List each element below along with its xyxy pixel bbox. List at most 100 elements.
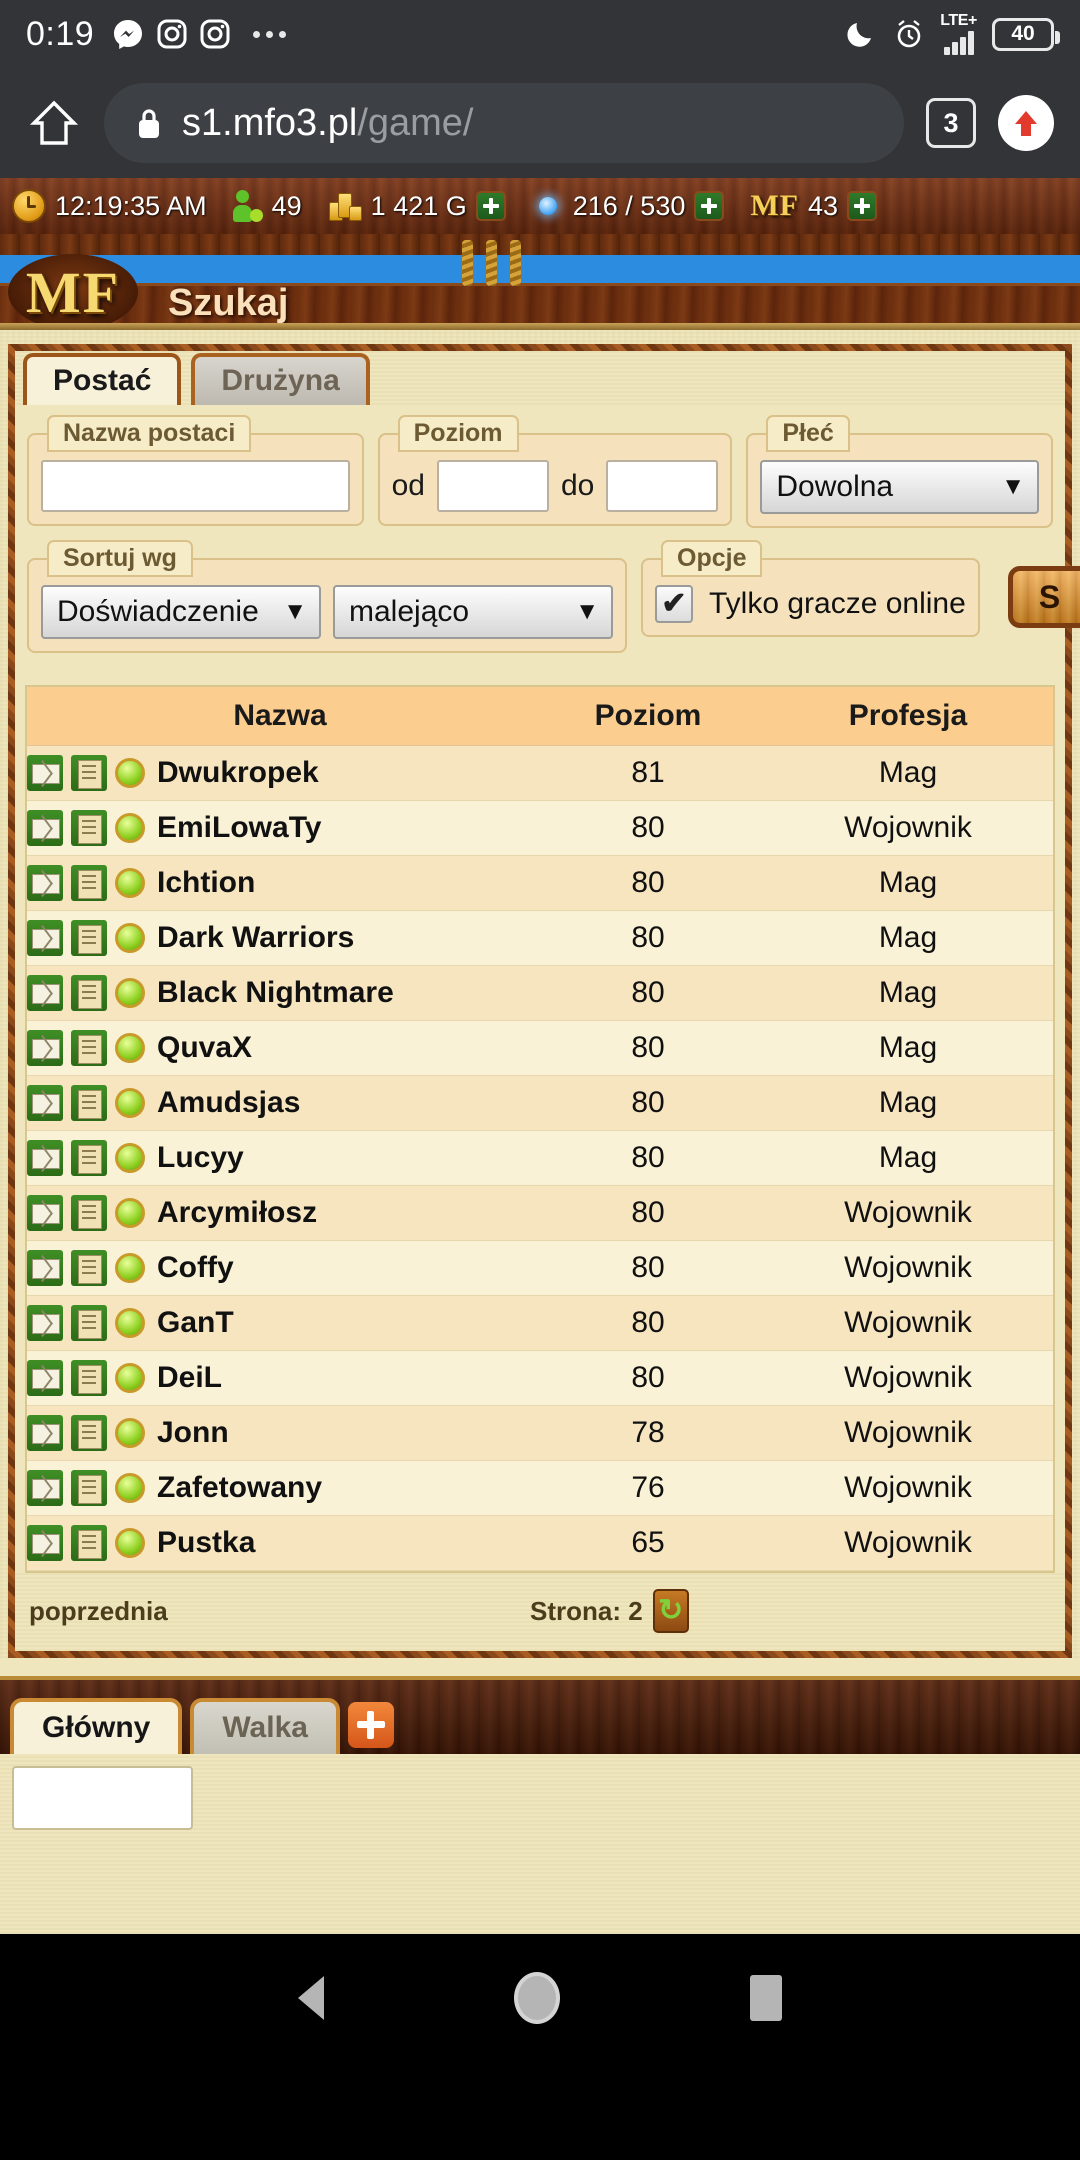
mf-logo[interactable]: MF — [8, 254, 138, 330]
player-name[interactable]: Pustka — [157, 1526, 255, 1560]
player-name[interactable]: Black Nightmare — [157, 976, 394, 1010]
send-message-icon[interactable] — [27, 975, 63, 1011]
view-profile-icon[interactable] — [71, 1140, 107, 1176]
player-name[interactable]: Dark Warriors — [157, 921, 354, 955]
sort-by-value: Doświadczenie — [57, 595, 259, 628]
table-row[interactable]: Arcymiłosz 80 Wojownik — [27, 1185, 1053, 1241]
players-online-icon — [232, 190, 263, 222]
column-header-name[interactable]: Nazwa — [27, 687, 533, 746]
mf-counter: MF 43 — [750, 189, 878, 223]
table-row[interactable]: Dwukropek 81 Mag — [27, 745, 1053, 801]
table-row[interactable]: DeiL 80 Wojownik — [27, 1350, 1053, 1406]
player-name[interactable]: EmiLowaTy — [157, 811, 321, 845]
home-icon[interactable] — [26, 97, 82, 149]
send-message-icon[interactable] — [27, 755, 63, 791]
send-message-icon[interactable] — [27, 1085, 63, 1121]
status-bar-clock: 0:19 — [26, 14, 95, 53]
table-row[interactable]: Dark Warriors 80 Mag — [27, 910, 1053, 966]
send-message-icon[interactable] — [27, 1305, 63, 1341]
add-energy-button[interactable] — [694, 191, 725, 221]
view-profile-icon[interactable] — [71, 755, 107, 791]
table-row[interactable]: Coffy 80 Wojownik — [27, 1240, 1053, 1296]
table-row[interactable]: Amudsjas 80 Mag — [27, 1075, 1053, 1131]
player-name[interactable]: Coffy — [157, 1251, 234, 1285]
player-name[interactable]: Jonn — [157, 1416, 229, 1450]
level-to-input[interactable] — [606, 460, 719, 512]
column-header-profession[interactable]: Profesja — [763, 687, 1053, 746]
upload-arrow-icon[interactable] — [998, 95, 1054, 151]
table-row[interactable]: Jonn 78 Wojownik — [27, 1405, 1053, 1461]
level-from-input[interactable] — [437, 460, 549, 512]
view-profile-icon[interactable] — [71, 1250, 107, 1286]
sort-direction-select[interactable]: malejąco ▼ — [333, 585, 613, 639]
player-name[interactable]: Dwukropek — [157, 756, 319, 790]
view-profile-icon[interactable] — [71, 1470, 107, 1506]
player-name[interactable]: DeiL — [157, 1361, 222, 1395]
table-row[interactable]: Zafetowany 76 Wojownik — [27, 1460, 1053, 1516]
tab-count-button[interactable]: 3 — [926, 98, 976, 148]
view-profile-icon[interactable] — [71, 1085, 107, 1121]
chat-input[interactable] — [12, 1766, 193, 1830]
view-profile-icon[interactable] — [71, 975, 107, 1011]
player-name[interactable]: QuvaX — [157, 1031, 252, 1065]
recents-icon[interactable] — [750, 1975, 782, 2021]
player-name[interactable]: Ichtion — [157, 866, 255, 900]
view-profile-icon[interactable] — [71, 1525, 107, 1561]
online-only-option[interactable]: ✔ Tylko gracze online — [655, 585, 966, 623]
view-profile-icon[interactable] — [71, 1030, 107, 1066]
send-message-icon[interactable] — [27, 1250, 63, 1286]
view-profile-icon[interactable] — [71, 810, 107, 846]
table-row[interactable]: Black Nightmare 80 Mag — [27, 965, 1053, 1021]
send-message-icon[interactable] — [27, 1415, 63, 1451]
view-profile-icon[interactable] — [71, 1195, 107, 1231]
gender-select[interactable]: Dowolna ▼ — [760, 460, 1039, 514]
refresh-icon[interactable]: ↻ — [652, 1589, 689, 1633]
add-chat-tab-button[interactable] — [347, 1702, 394, 1748]
player-name[interactable]: Amudsjas — [157, 1086, 300, 1120]
add-mf-button[interactable] — [847, 191, 878, 221]
send-message-icon[interactable] — [27, 865, 63, 901]
tab-postac[interactable]: Postać — [23, 353, 182, 405]
send-message-icon[interactable] — [27, 920, 63, 956]
table-row[interactable]: EmiLowaTy 80 Wojownik — [27, 800, 1053, 856]
player-name[interactable]: Arcymiłosz — [157, 1196, 317, 1230]
table-row[interactable]: Pustka 65 Wojownik — [27, 1515, 1053, 1571]
online-only-checkbox[interactable]: ✔ — [655, 585, 693, 623]
view-profile-icon[interactable] — [71, 1360, 107, 1396]
gender-fieldset: Płeć Dowolna ▼ — [746, 415, 1053, 528]
send-message-icon[interactable] — [27, 810, 63, 846]
player-name[interactable]: Lucyy — [157, 1141, 244, 1175]
home-icon[interactable] — [514, 1972, 560, 2024]
sort-by-select[interactable]: Doświadczenie ▼ — [41, 585, 321, 639]
search-button[interactable]: S — [1007, 566, 1080, 628]
player-name[interactable]: Zafetowany — [157, 1471, 322, 1505]
cell-level: 80 — [533, 910, 763, 966]
tab-druzyna[interactable]: Drużyna — [191, 353, 370, 405]
table-row[interactable]: QuvaX 80 Mag — [27, 1020, 1053, 1076]
gender-fieldset-legend: Płeć — [766, 415, 850, 452]
back-icon[interactable] — [298, 1976, 324, 2020]
send-message-icon[interactable] — [27, 1470, 63, 1506]
chat-tab-walka[interactable]: Walka — [190, 1698, 340, 1754]
send-message-icon[interactable] — [27, 1140, 63, 1176]
previous-page-link[interactable]: poprzednia — [29, 1596, 168, 1627]
url-path: /game/ — [357, 101, 474, 144]
url-bar[interactable]: s1.mfo3.pl/game/ — [104, 83, 904, 163]
view-profile-icon[interactable] — [71, 920, 107, 956]
view-profile-icon[interactable] — [71, 1415, 107, 1451]
add-gold-button[interactable] — [475, 191, 506, 221]
table-row[interactable]: Lucyy 80 Mag — [27, 1130, 1053, 1186]
player-name[interactable]: GanT — [157, 1306, 234, 1340]
view-profile-icon[interactable] — [71, 865, 107, 901]
send-message-icon[interactable] — [27, 1030, 63, 1066]
character-name-input[interactable] — [41, 460, 350, 512]
send-message-icon[interactable] — [27, 1525, 63, 1561]
energy-value: 216 / 530 — [572, 190, 686, 221]
send-message-icon[interactable] — [27, 1195, 63, 1231]
view-profile-icon[interactable] — [71, 1305, 107, 1341]
send-message-icon[interactable] — [27, 1360, 63, 1396]
chat-tab-glowny[interactable]: Główny — [10, 1698, 183, 1754]
table-row[interactable]: Ichtion 80 Mag — [27, 855, 1053, 911]
column-header-level[interactable]: Poziom — [533, 687, 763, 746]
table-row[interactable]: GanT 80 Wojownik — [27, 1295, 1053, 1351]
